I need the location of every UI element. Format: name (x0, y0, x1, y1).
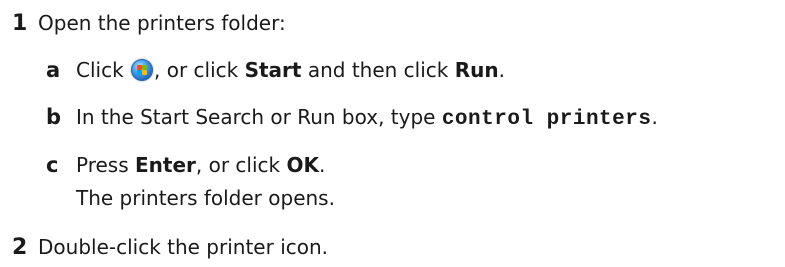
result-text: The printers folder opens. (76, 186, 335, 210)
substep-letter: a (46, 58, 61, 82)
text-period: . (651, 105, 658, 129)
step-text: Double-click the printer icon. (38, 235, 329, 259)
substep-b: b In the Start Search or Run box, type c… (46, 105, 658, 132)
ok-label: OK (286, 153, 319, 177)
substep-c: c Press Enter, or click OK. (46, 153, 325, 177)
step-2: 2 Double-click the printer icon. (12, 235, 328, 260)
text-or-click: , or click (154, 58, 245, 82)
text-period: . (498, 58, 505, 82)
instruction-document: 1 Open the printers folder: a Click , or… (0, 0, 785, 267)
enter-label: Enter (135, 153, 196, 177)
text-click: Click (76, 58, 131, 82)
text-type-instruction: In the Start Search or Run box, type (76, 105, 442, 129)
run-label: Run (454, 58, 499, 82)
substep-text: In the Start Search or Run box, type con… (76, 105, 658, 132)
substep-c-result: The printers folder opens. (76, 186, 335, 210)
step-number: 2 (12, 235, 28, 260)
text-period: . (318, 153, 326, 177)
substep-a: a Click , or click Start and then click … (46, 58, 505, 82)
text-press: Press (76, 153, 135, 177)
step-1: 1 Open the printers folder: (12, 11, 286, 36)
substep-text: Click , or click Start and then click Ru… (76, 58, 505, 82)
start-label: Start (244, 58, 302, 82)
text-or-click: , or click (195, 153, 287, 177)
step-number: 1 (12, 11, 28, 36)
substep-text: Press Enter, or click OK. (76, 153, 325, 177)
windows-start-orb-icon (131, 59, 154, 81)
substep-letter: c (46, 153, 59, 177)
text-then-click: and then click (301, 58, 455, 82)
command-code: control printers (441, 108, 652, 131)
substep-letter: b (46, 105, 62, 129)
step-text: Open the printers folder: (38, 11, 286, 35)
